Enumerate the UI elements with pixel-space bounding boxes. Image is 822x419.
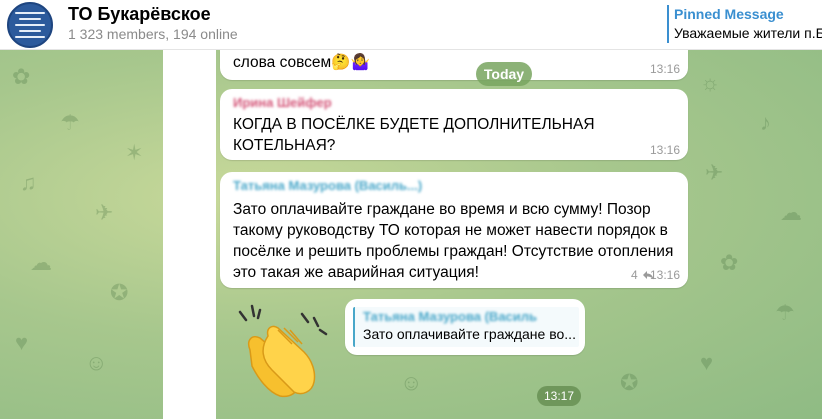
- message-sender[interactable]: Татьяна Мазурова (Василь...): [233, 178, 422, 193]
- chat-header: ТО Букарёвское 1 323 members, 194 online…: [0, 0, 822, 50]
- doodle-icon: ✿: [720, 250, 739, 275]
- reply-sender: Татьяна Мазурова (Василь: [363, 309, 538, 324]
- doodle-icon: ☂: [60, 110, 80, 135]
- reply-count-value: 4: [630, 268, 638, 282]
- chat-title[interactable]: ТО Букарёвское: [68, 4, 211, 25]
- doodle-icon: ☁: [30, 250, 52, 275]
- reply-quote[interactable]: Татьяна Мазурова (Василь Зато оплачивайт…: [353, 307, 579, 347]
- message-bubble[interactable]: Татьяна Мазурова (Василь...) Зато оплачи…: [220, 172, 688, 288]
- message-time: 13:16: [649, 143, 680, 157]
- message-bubble[interactable]: Татьяна Мазурова (Василь Зато оплачивайт…: [345, 299, 585, 355]
- doodle-icon: ✪: [620, 370, 639, 395]
- redacted-area: [163, 50, 216, 419]
- message-text: слова совсем🤔🤷‍♀️: [233, 54, 370, 71]
- message-bubble[interactable]: Ирина Шейфер КОГДА В ПОСЁЛКЕ БУДЕТЕ ДОПО…: [220, 89, 688, 160]
- pinned-message-text: Уважаемые жители п.Б: [674, 25, 822, 41]
- doodle-icon: ☼: [700, 70, 721, 95]
- doodle-icon: ✈: [705, 160, 724, 185]
- doodle-icon: ☂: [775, 300, 795, 325]
- avatar[interactable]: [7, 2, 53, 48]
- message-time: 13:16: [649, 268, 680, 282]
- doodle-icon: ☁: [780, 200, 802, 225]
- message-time: 13:16: [649, 62, 680, 76]
- doodle-icon: ♥: [700, 350, 714, 375]
- doodle-icon: ☺: [85, 350, 108, 375]
- chat-member-count: 1 323 members, 194 online: [68, 26, 238, 42]
- message-sender[interactable]: Ирина Шейфер: [233, 95, 332, 110]
- reply-text: Зато оплачивайте граждане во...: [363, 326, 576, 342]
- message-time: 13:17: [537, 386, 581, 406]
- doodle-icon: ☺: [400, 370, 423, 395]
- date-badge: Today: [476, 62, 532, 86]
- pinned-message[interactable]: Pinned Message Уважаемые жители п.Б: [667, 5, 822, 43]
- doodle-icon: ✪: [110, 280, 129, 305]
- doodle-icon: ✈: [95, 200, 114, 225]
- doodle-icon: ♥: [15, 330, 29, 355]
- doodle-icon: ♫: [20, 170, 37, 195]
- clapping-hands-icon[interactable]: [232, 300, 332, 400]
- doodle-icon: ✶: [125, 140, 144, 165]
- pinned-message-title: Pinned Message: [674, 6, 784, 22]
- doodle-icon: ✿: [12, 64, 31, 89]
- message-bubble[interactable]: слова совсем🤔🤷‍♀️ 13:16: [220, 50, 688, 80]
- message-text: КОГДА В ПОСЁЛКЕ БУДЕТЕ ДОПОЛНИТЕЛЬНАЯ КО…: [233, 116, 595, 154]
- doodle-icon: ♪: [760, 110, 771, 135]
- message-text: Зато оплачивайте граждане во время и всю…: [233, 201, 674, 281]
